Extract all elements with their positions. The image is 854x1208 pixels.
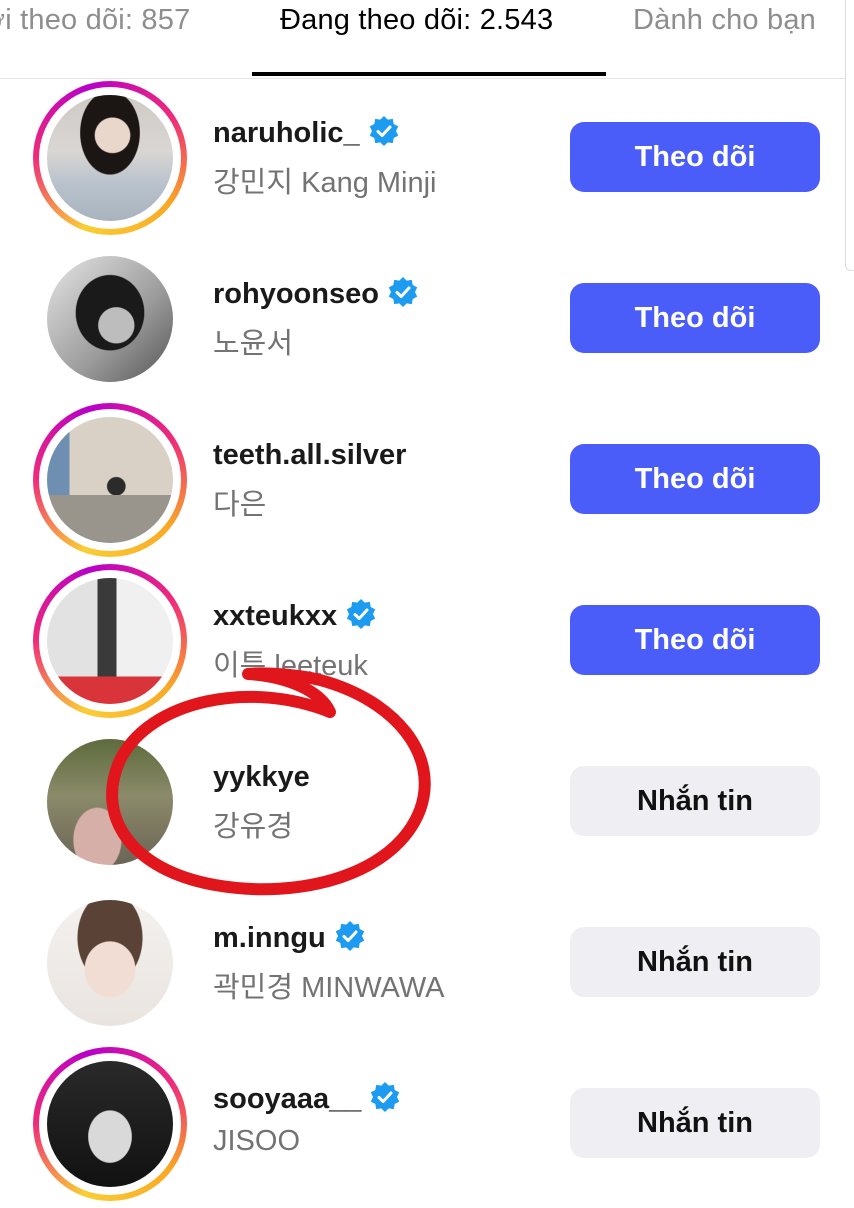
list-item[interactable]: naruholic_ 강민지 Kang Minji Theo dõi (0, 81, 854, 242)
full-name: 곽민경 MINWAWA (213, 972, 445, 1004)
list-item[interactable]: rohyoonseo 노윤서 Theo dõi (0, 242, 854, 403)
message-button[interactable]: Nhắn tin (570, 927, 820, 997)
follow-button[interactable]: Theo dõi (570, 122, 820, 192)
username[interactable]: yykkye (213, 761, 310, 794)
verified-badge-icon (335, 921, 364, 952)
follow-button[interactable]: Theo dõi (570, 283, 820, 353)
avatar[interactable] (47, 578, 173, 704)
username[interactable]: m.inngu (213, 921, 366, 955)
full-name: 다은 (213, 489, 267, 521)
list-item[interactable]: yykkye 강유경 Nhắn tin (0, 725, 854, 886)
full-name: 이특 leeteuk (213, 650, 368, 682)
message-button[interactable]: Nhắn tin (570, 766, 820, 836)
tab-bar: ời theo dõi: 857 Đang theo dõi: 2.543 Dà… (0, 0, 854, 79)
username[interactable]: xxteukxx (213, 599, 377, 633)
verified-badge-icon (346, 599, 376, 630)
avatar[interactable] (47, 1061, 173, 1187)
avatar[interactable] (47, 417, 173, 543)
list-item[interactable]: xxteukxx 이특 leeteuk Theo dõi (0, 564, 854, 725)
avatar[interactable] (47, 739, 173, 865)
full-name: 노윤서 (213, 328, 294, 360)
follow-button[interactable]: Theo dõi (570, 444, 820, 514)
tab-following[interactable]: Đang theo dõi: 2.543 (280, 4, 553, 37)
avatar[interactable] (47, 900, 173, 1026)
full-name: 강민지 Kang Minji (213, 167, 437, 199)
verified-badge-icon (369, 116, 398, 147)
username[interactable]: sooyaaa__ (213, 1082, 401, 1116)
username[interactable]: rohyoonseo (213, 277, 419, 311)
avatar[interactable] (47, 95, 173, 221)
tab-for-you[interactable]: Dành cho bạn (633, 4, 816, 37)
avatar[interactable] (47, 256, 173, 382)
message-button[interactable]: Nhắn tin (570, 1088, 820, 1158)
verified-badge-icon (388, 277, 418, 308)
list-item[interactable]: m.inngu 곽민경 MINWAWA Nhắn tin (0, 886, 854, 1047)
username[interactable]: naruholic_ (213, 116, 400, 150)
follow-button[interactable]: Theo dõi (570, 605, 820, 675)
list-item[interactable]: sooyaaa__ JISOO Nhắn tin (0, 1047, 854, 1208)
list-item[interactable]: teeth.all.silver 다은 Theo dõi (0, 403, 854, 564)
username[interactable]: teeth.all.silver (213, 439, 406, 472)
verified-badge-icon (371, 1082, 400, 1113)
full-name: 강유경 (213, 811, 294, 843)
tab-followers[interactable]: ời theo dõi: 857 (0, 4, 190, 37)
active-tab-indicator (252, 72, 606, 76)
full-name: JISOO (213, 1125, 301, 1157)
